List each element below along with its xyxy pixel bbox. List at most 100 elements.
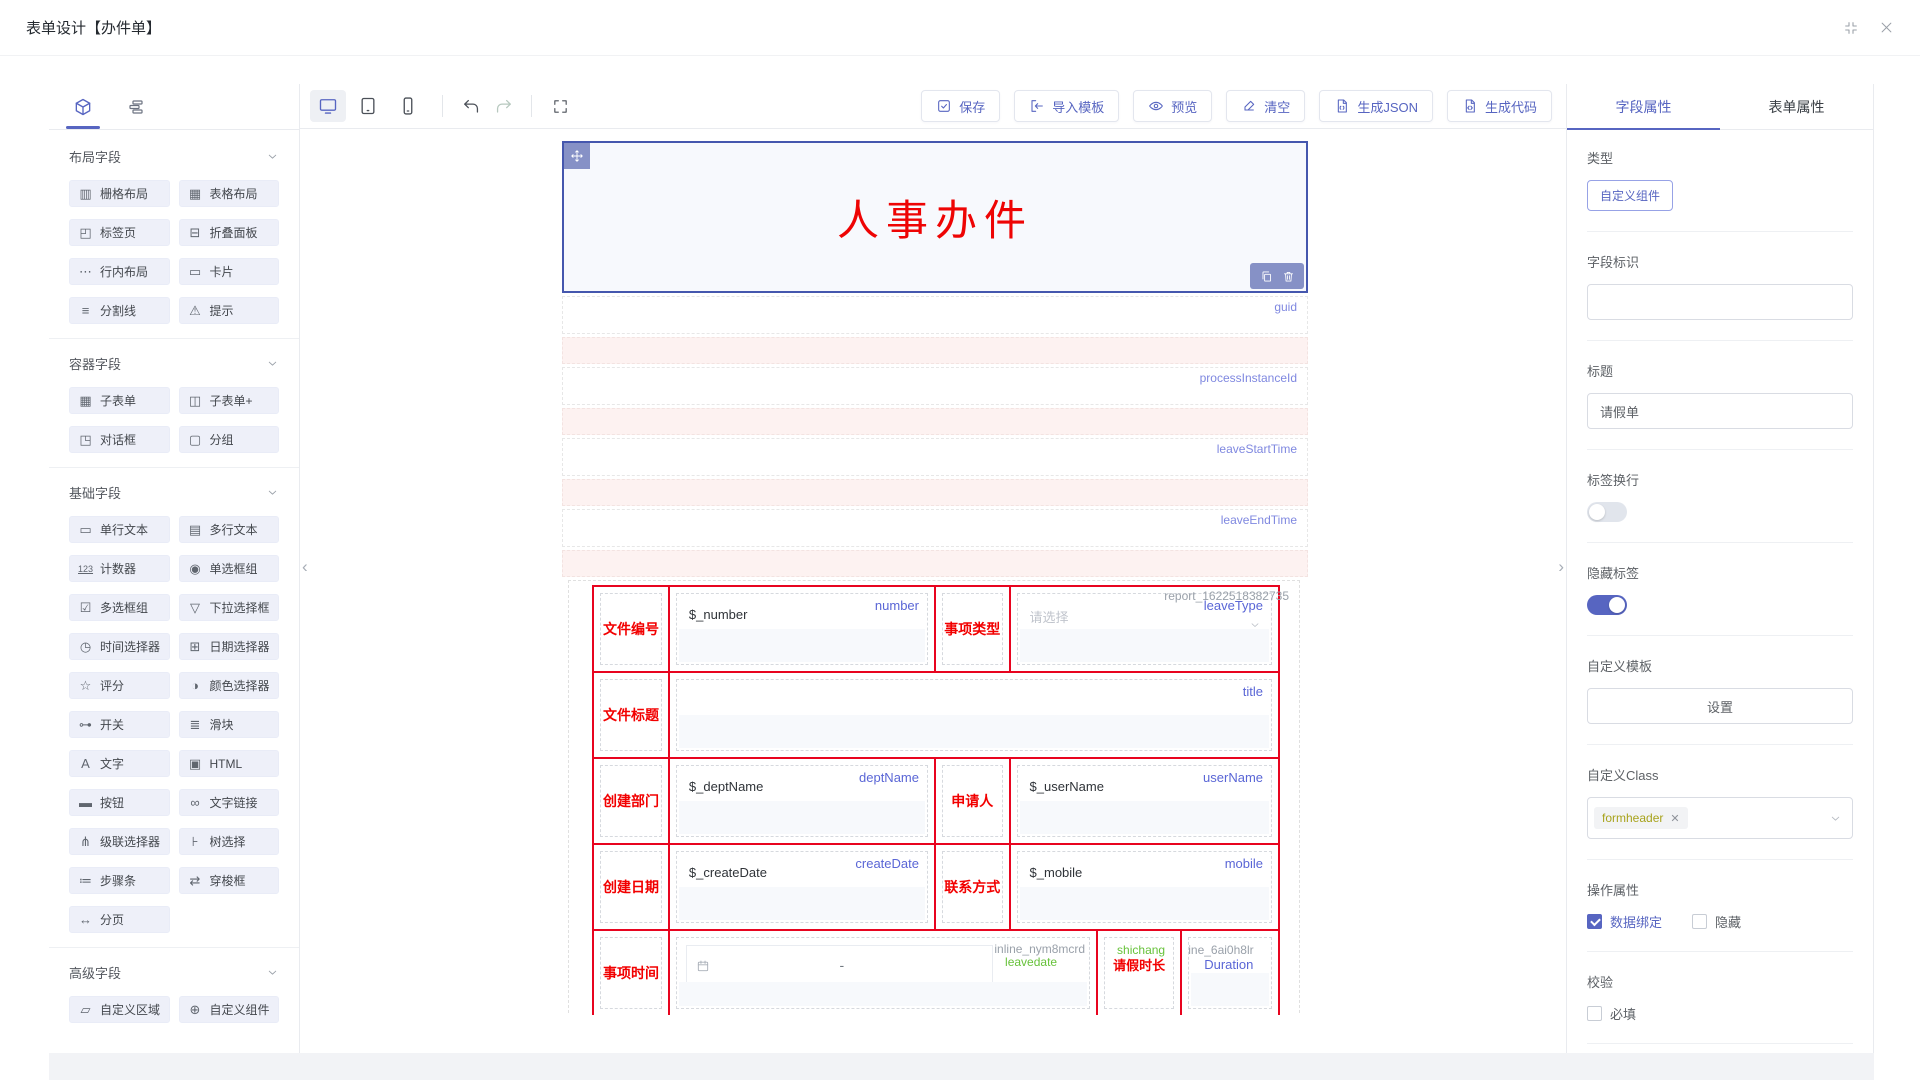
table-duration-cell[interactable]: inline_6ai0h8lrDuration [1182,931,1278,1015]
hidden-checkbox[interactable]: 隐藏 [1692,912,1741,931]
table-input-cell[interactable]: title [670,673,1278,757]
placeholder-row[interactable] [562,408,1308,435]
palette-item-dialog[interactable]: ◳对话框 [69,426,170,453]
title-input[interactable] [1587,393,1853,429]
palette-item-divider[interactable]: ≡分割线 [69,297,170,324]
palette-item-subform-plus[interactable]: ◫子表单+ [179,387,280,414]
palette-item-transfer[interactable]: ⇄穿梭框 [179,867,280,894]
field-id-input[interactable] [1587,284,1853,320]
palette-item-tabs[interactable]: ◰标签页 [69,219,170,246]
palette-item-tree-select[interactable]: ⊦树选择 [179,828,280,855]
table-label-cell[interactable]: 文件标题 [594,673,670,757]
palette-item-switch[interactable]: ⊶开关 [69,711,170,738]
palette-item-date-picker[interactable]: ⊞日期选择器 [179,633,280,660]
tab-components[interactable] [73,84,93,129]
palette-item-single-line-text[interactable]: ▭单行文本 [69,516,170,543]
toolbar-action-eye[interactable]: 预览 [1133,90,1212,122]
form-header-component[interactable]: 人事办件 [562,141,1308,293]
desktop-view-button[interactable] [310,90,346,122]
drag-handle[interactable] [564,143,590,169]
table-label-cell[interactable]: 事项时间 [594,931,670,1015]
table-label-cell[interactable]: 创建日期 [594,845,670,929]
form-canvas[interactable]: 人事办件 guid processInstanceId leaveStartTime… [300,130,1566,1053]
hidden-field-row-guid[interactable]: guid [562,296,1308,334]
hidden-field-row-processInstanceId[interactable]: processInstanceId [562,367,1308,405]
label-wrap-toggle[interactable] [1587,502,1627,522]
palette-item-card[interactable]: ▭卡片 [179,258,280,285]
table-input-cell[interactable]: $_numbernumber [670,587,936,671]
palette-item-color-picker[interactable]: ◑颜色选择器 [179,672,280,699]
table-label-cell[interactable]: 事项类型 [936,587,1011,671]
placeholder-row[interactable] [562,550,1308,577]
palette-section-header[interactable]: 布局字段 [69,140,279,172]
tab-outline[interactable] [127,84,145,129]
palette-item-cascader[interactable]: ⋔级联选择器 [69,828,170,855]
palette-item-table-layout[interactable]: ▦表格布局 [179,180,280,207]
collapse-left-panel-handle[interactable]: ‹ [302,558,308,575]
palette-item-alert[interactable]: ⚠提示 [179,297,280,324]
palette-item-time-picker[interactable]: ◷时间选择器 [69,633,170,660]
table-label-cell[interactable]: 联系方式 [936,845,1011,929]
palette-item-multi-line-text[interactable]: ▤多行文本 [179,516,280,543]
toolbar-action-codefile[interactable]: 生成代码 [1447,90,1552,122]
data-binding-checkbox[interactable]: 数据绑定 [1587,912,1662,931]
close-icon[interactable] [1879,20,1894,35]
palette-item-subform[interactable]: ▦子表单 [69,387,170,414]
toolbar-action-savecheck[interactable]: 保存 [921,90,1000,122]
trash-icon[interactable] [1282,270,1295,283]
fullscreen-expand-button[interactable] [544,90,576,122]
table-label-cell[interactable]: 申请人 [936,759,1011,843]
required-checkbox[interactable]: 必填 [1587,1004,1636,1023]
palette-item-grid-layout[interactable]: ▥栅格布局 [69,180,170,207]
palette-item-pagination[interactable]: ↔分页 [69,906,170,933]
copy-icon[interactable] [1260,270,1273,283]
report-table-group[interactable]: report_1622518382735 文件编号$_numbernumber事… [568,580,1300,1015]
palette-item-steps[interactable]: ≔步骤条 [69,867,170,894]
palette-item-custom-area[interactable]: ▱自定义区域 [69,996,170,1023]
tablet-view-button[interactable] [350,90,386,122]
palette-item-group[interactable]: ▢分组 [179,426,280,453]
toolbar-action-jsonfile[interactable]: 生成JSON [1319,90,1433,122]
palette-section-header[interactable]: 容器字段 [69,347,279,379]
collapse-right-panel-handle[interactable]: › [1558,558,1564,575]
table-daterange-cell[interactable]: -inline_nym8mcrdleavedate [670,931,1098,1015]
tab-field-properties[interactable]: 字段属性 [1567,84,1720,129]
table-label-cell[interactable]: 文件编号 [594,587,670,671]
table-input-cell[interactable]: $_deptNamedeptName [670,759,936,843]
palette-item-select[interactable]: ▽下拉选择框 [179,594,280,621]
hide-label-toggle[interactable] [1587,595,1627,615]
palette-item-counter[interactable]: 123计数器 [69,555,170,582]
table-label-cell[interactable]: 创建部门 [594,759,670,843]
palette-section-header[interactable]: 基础字段 [69,476,279,508]
palette-item-button[interactable]: ▬按钮 [69,789,170,816]
table-input-cell[interactable]: $_mobilemobile [1011,845,1278,929]
palette-item-collapse-panel[interactable]: ⊟折叠面板 [179,219,280,246]
palette-item-inline-layout[interactable]: ⋯行内布局 [69,258,170,285]
table-label-cell[interactable]: shichang请假时长 [1098,931,1182,1015]
palette-item-text[interactable]: A文字 [69,750,170,777]
toolbar-action-importtpl[interactable]: 导入模板 [1014,90,1119,122]
toolbar-action-brush[interactable]: 清空 [1226,90,1305,122]
redo-button[interactable] [487,90,519,122]
hidden-field-row-leaveStartTime[interactable]: leaveStartTime [562,438,1308,476]
custom-class-select[interactable]: formheader ✕ [1587,797,1853,839]
undo-button[interactable] [455,90,487,122]
mobile-view-button[interactable] [390,90,426,122]
placeholder-row[interactable] [562,337,1308,364]
palette-item-custom-component[interactable]: ⊕自定义组件 [179,996,280,1023]
tab-form-properties[interactable]: 表单属性 [1720,84,1873,129]
palette-item-html[interactable]: ▣HTML [179,750,280,777]
tag-remove-icon[interactable]: ✕ [1670,812,1679,825]
custom-template-settings-button[interactable]: 设置 [1587,688,1853,724]
placeholder-row[interactable] [562,479,1308,506]
palette-item-text-link[interactable]: ∞文字链接 [179,789,280,816]
table-input-cell[interactable]: $_userNameuserName [1011,759,1278,843]
table-input-cell[interactable]: $_createDatecreateDate [670,845,936,929]
palette-item-radio-group[interactable]: ◉单选框组 [179,555,280,582]
palette-section-header[interactable]: 高级字段 [69,956,279,988]
palette-item-checkbox-group[interactable]: ☑多选框组 [69,594,170,621]
hidden-field-row-leaveEndTime[interactable]: leaveEndTime [562,509,1308,547]
compress-icon[interactable] [1843,20,1859,36]
palette-item-rate[interactable]: ☆评分 [69,672,170,699]
palette-item-slider[interactable]: ≣滑块 [179,711,280,738]
